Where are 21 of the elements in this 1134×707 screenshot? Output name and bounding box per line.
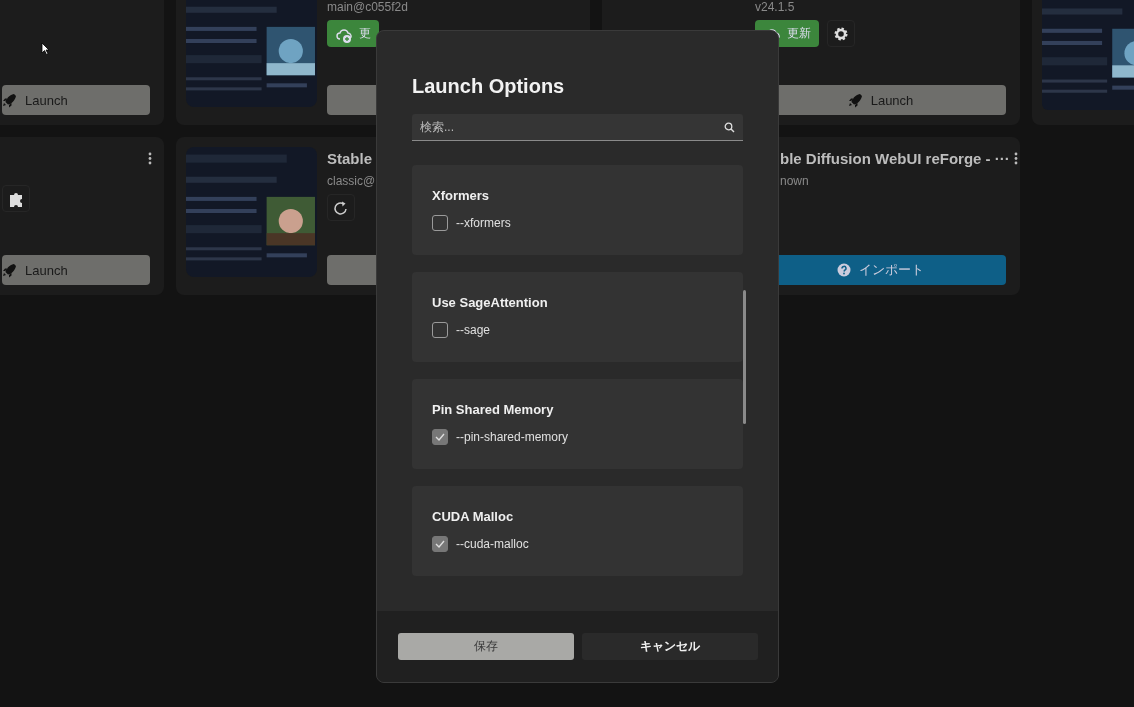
dialog-title: Launch Options <box>412 75 566 98</box>
search-field[interactable]: 検索... <box>412 114 743 141</box>
option-title: Use SageAttention <box>432 295 549 310</box>
card-title: ble Diffusion WebUI reForge - ··· <box>780 149 1010 167</box>
update-button[interactable]: 更 <box>327 20 379 47</box>
option-title: CUDA Malloc <box>432 509 515 524</box>
version-label: classic@ <box>327 174 377 188</box>
option-label: --sage <box>456 323 490 337</box>
option-title: Xformers <box>432 188 491 203</box>
launch-button[interactable]: Launch <box>2 255 150 285</box>
cancel-button[interactable]: キャンセル <box>582 633 758 660</box>
option-title: Pin Shared Memory <box>432 402 555 417</box>
launch-button[interactable]: Launch <box>2 85 150 115</box>
version-label: main@c055f2d <box>327 0 409 14</box>
version-label: v24.1.5 <box>755 0 796 14</box>
option-label: --pin-shared-memory <box>456 430 569 444</box>
option-label: --xformers <box>456 216 511 230</box>
card-title: Stable <box>327 149 372 167</box>
version-label: nown <box>780 174 810 188</box>
option-label: --cuda-malloc <box>456 537 529 551</box>
save-button[interactable]: 保存 <box>398 633 574 660</box>
